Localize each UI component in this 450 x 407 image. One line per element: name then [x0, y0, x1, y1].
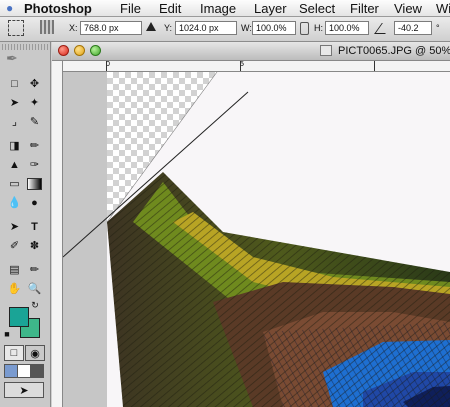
quick-mask-mode-icon[interactable]: ◉ [25, 345, 45, 361]
angle-icon [374, 23, 393, 34]
angle-field[interactable]: -40.2 [394, 21, 432, 35]
ruler-tick [240, 61, 241, 71]
menu-image[interactable]: Image [200, 1, 236, 16]
h-label: H: [314, 23, 323, 33]
menu-filter[interactable]: Filter [350, 1, 379, 16]
x-field[interactable]: 768.0 px [80, 21, 142, 35]
menu-app-name[interactable]: Photoshop [24, 1, 92, 16]
crop-tool-icon[interactable]: ⌟ [6, 114, 23, 129]
ruler-tick [374, 61, 375, 71]
image-canvas[interactable] [63, 72, 450, 407]
transform-tool-icon[interactable] [8, 20, 24, 36]
minimize-button[interactable] [74, 45, 85, 56]
x-label: X: [69, 23, 78, 33]
pen-tool-icon[interactable]: ✐ [6, 238, 23, 253]
peacock-feather-image [63, 72, 450, 407]
vertical-ruler[interactable] [52, 61, 63, 407]
default-colors-icon[interactable]: ■ [2, 329, 12, 339]
document-titlebar[interactable]: PICT0065.JPG @ 50% [52, 42, 450, 61]
horizontal-ruler[interactable]: 0 5 [62, 61, 450, 72]
brush-tool-icon[interactable]: ✏ [26, 138, 43, 153]
menu-bar: ● Photoshop File Edit Image Layer Select… [0, 0, 450, 17]
notes-tool-icon[interactable]: ▤ [6, 262, 23, 277]
swap-colors-icon[interactable]: ↻ [30, 300, 40, 310]
magic-wand-tool-icon[interactable]: ✦ [26, 95, 43, 110]
degree-label: ° [436, 23, 440, 33]
history-brush-tool-icon[interactable]: ✑ [26, 157, 43, 172]
gradient-tool-icon[interactable] [26, 176, 43, 191]
marquee-tool-icon[interactable]: □ [6, 76, 23, 91]
w-field[interactable]: 100.0% [252, 21, 296, 35]
menu-edit[interactable]: Edit [159, 1, 181, 16]
dodge-tool-icon[interactable]: ● [26, 195, 43, 210]
path-selection-tool-icon[interactable]: ➤ [6, 219, 23, 234]
menu-layer[interactable]: Layer [254, 1, 287, 16]
y-field[interactable]: 1024.0 px [175, 21, 237, 35]
apple-icon[interactable]: ● [6, 1, 13, 15]
zoom-button[interactable] [90, 45, 101, 56]
menu-file[interactable]: File [120, 1, 141, 16]
document-title: PICT0065.JPG @ 50% [338, 45, 450, 57]
tool-palette: ✒ □ ✥ ➤ ✦ ⌟ ✎ ◨ ✏ ▲ ✑ ▭ 💧 ● ➤ T ✐ ✽ ▤ ✏ … [0, 42, 51, 407]
screen-mode-full-icon[interactable] [30, 364, 44, 378]
reference-point-icon[interactable] [40, 20, 54, 34]
w-label: W: [241, 23, 252, 33]
ruler-tick [106, 61, 107, 71]
menu-view[interactable]: View [394, 1, 422, 16]
menu-window[interactable]: Wi [436, 1, 450, 16]
jump-to-imageready-icon[interactable]: ➤ [4, 382, 44, 398]
close-button[interactable] [58, 45, 69, 56]
move-tool-icon[interactable]: ✥ [26, 76, 43, 91]
clone-stamp-tool-icon[interactable]: ▲ [6, 157, 23, 172]
y-label: Y: [164, 23, 173, 33]
feather-logo-icon: ✒ [6, 50, 18, 66]
screen-mode-standard-icon[interactable] [4, 364, 18, 378]
document-proxy-icon[interactable] [320, 45, 332, 56]
shape-tool-icon[interactable]: ✽ [26, 238, 43, 253]
slice-tool-icon[interactable]: ✎ [26, 114, 43, 129]
standard-mode-icon[interactable]: □ [4, 345, 24, 361]
hand-tool-icon[interactable]: ✋ [6, 281, 23, 296]
lasso-tool-icon[interactable]: ➤ [6, 95, 23, 110]
blur-tool-icon[interactable]: 💧 [6, 195, 23, 210]
menu-select[interactable]: Select [299, 1, 335, 16]
screen-mode-full-menu-icon[interactable] [17, 364, 31, 378]
link-icon[interactable] [300, 22, 309, 35]
h-field[interactable]: 100.0% [325, 21, 369, 35]
eraser-tool-icon[interactable]: ▭ [6, 176, 23, 191]
options-bar: X: 768.0 px Y: 1024.0 px W: 100.0% H: 10… [0, 17, 450, 42]
type-tool-icon[interactable]: T [26, 219, 43, 234]
eyedropper-tool-icon[interactable]: ✏ [26, 262, 43, 277]
healing-brush-tool-icon[interactable]: ◨ [6, 138, 23, 153]
document-window: PICT0065.JPG @ 50% 0 5 [52, 42, 450, 407]
foreground-color-swatch[interactable] [9, 307, 29, 327]
delta-icon[interactable] [146, 22, 156, 31]
zoom-tool-icon[interactable]: 🔍 [26, 281, 43, 296]
